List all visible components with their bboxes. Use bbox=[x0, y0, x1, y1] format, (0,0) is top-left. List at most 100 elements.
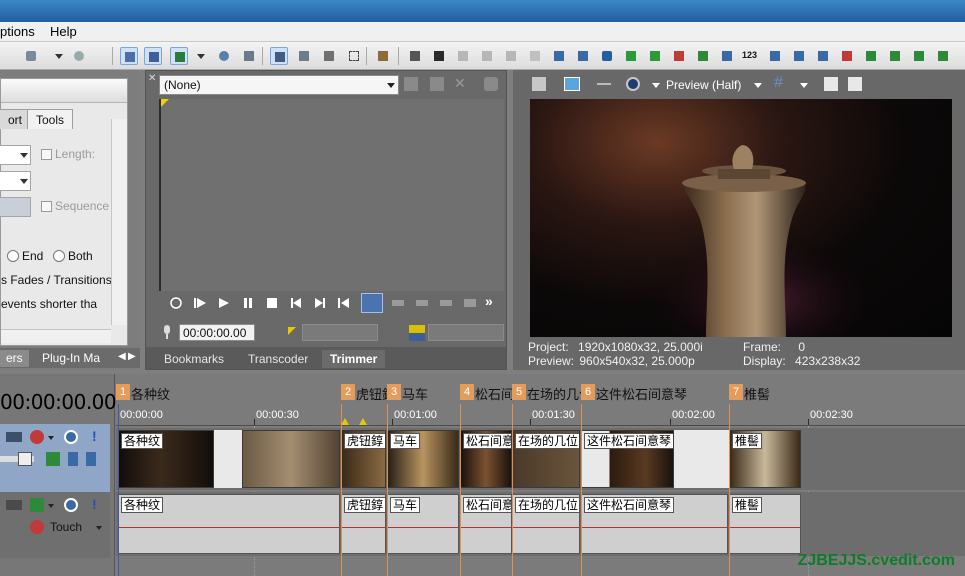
move-up-icon[interactable] bbox=[68, 452, 78, 466]
menu-options[interactable]: ptions bbox=[0, 24, 35, 39]
microphone-icon[interactable] bbox=[161, 324, 173, 340]
add-after-icon[interactable] bbox=[415, 296, 429, 310]
overlays-dropdown-icon[interactable] bbox=[652, 83, 660, 88]
redo-icon[interactable] bbox=[70, 47, 88, 65]
tab-bookmarks[interactable]: Bookmarks bbox=[156, 350, 232, 368]
go-to-start-icon[interactable] bbox=[289, 296, 303, 310]
length-checkbox[interactable] bbox=[41, 149, 52, 160]
preview-properties-icon[interactable] bbox=[532, 77, 546, 91]
external-monitor-icon[interactable] bbox=[564, 77, 580, 91]
more-icon[interactable]: » bbox=[485, 293, 493, 309]
audio-clip[interactable]: 椎髻 bbox=[729, 494, 801, 554]
audio-clip[interactable]: 松石间意 bbox=[460, 494, 512, 554]
audio-fx-icon[interactable] bbox=[30, 498, 44, 512]
envelope-tool-icon[interactable] bbox=[144, 47, 162, 65]
razor-icon[interactable] bbox=[550, 47, 568, 65]
trimmer-chat-icon[interactable] bbox=[484, 77, 498, 91]
video-clip-b-roll[interactable] bbox=[242, 430, 340, 488]
normal-edit-tool-icon[interactable] bbox=[120, 47, 138, 65]
combo-2[interactable] bbox=[0, 171, 31, 191]
group-icon[interactable] bbox=[526, 47, 544, 65]
track-motion-icon[interactable] bbox=[598, 47, 616, 65]
preview-quality[interactable]: Preview (Half) bbox=[666, 78, 741, 92]
fx-chain-icon[interactable] bbox=[862, 47, 880, 65]
video-track[interactable]: 各种纹 虎钮錞 马车 松石间意 在场的几位 这件松石间意琴 椎髻 bbox=[116, 428, 965, 490]
automation-dropdown-icon[interactable] bbox=[96, 526, 102, 530]
trimmer-effects-icon[interactable] bbox=[430, 77, 444, 91]
trimmer-timecode[interactable]: 00:00:00.00 bbox=[179, 324, 255, 341]
ignore-grouping-icon[interactable] bbox=[270, 47, 288, 65]
tab-plugin-manager[interactable]: Plug-In Ma bbox=[36, 350, 106, 367]
play-from-start-icon[interactable] bbox=[193, 296, 207, 310]
trim-end-icon[interactable] bbox=[478, 47, 496, 65]
audio-track-header[interactable]: ! Touch bbox=[0, 492, 110, 558]
loop-icon[interactable] bbox=[169, 296, 183, 310]
tab-scroll-left-icon[interactable]: ◀ bbox=[118, 351, 126, 362]
counter-123-icon[interactable]: 123 bbox=[742, 47, 760, 65]
media-props-icon[interactable] bbox=[790, 47, 808, 65]
level-slider-thumb[interactable] bbox=[18, 452, 32, 466]
undo-dropdown-icon[interactable] bbox=[50, 47, 68, 65]
panel-vscrollbar[interactable] bbox=[111, 119, 127, 325]
go-to-end-icon[interactable] bbox=[313, 296, 327, 310]
radio-end[interactable] bbox=[7, 250, 19, 262]
audio-clip[interactable]: 各种纹 bbox=[118, 494, 340, 554]
auto-ripple-icon[interactable] bbox=[240, 47, 258, 65]
time-ruler[interactable]: 00:00:00 00:00:30 00:01:00 00:01:30 00:0… bbox=[116, 406, 965, 426]
ripple-icon[interactable] bbox=[574, 47, 592, 65]
solo-icon[interactable]: ! bbox=[92, 428, 97, 444]
fit-icon[interactable] bbox=[463, 296, 477, 310]
trimmer-mark-icon[interactable] bbox=[404, 77, 418, 91]
add-before-icon[interactable] bbox=[439, 296, 453, 310]
automation-mode[interactable]: Touch bbox=[50, 520, 82, 534]
video-clip[interactable]: 在场的几位 bbox=[512, 430, 580, 488]
add-to-timeline-icon[interactable] bbox=[391, 296, 405, 310]
color-curves-icon[interactable] bbox=[430, 47, 448, 65]
effects-icon[interactable] bbox=[838, 47, 856, 65]
fx-video-icon[interactable] bbox=[910, 47, 928, 65]
trimmer-view[interactable] bbox=[159, 99, 504, 291]
loop-start-icon[interactable] bbox=[341, 418, 349, 425]
audio-track[interactable]: 各种纹 虎钮錞 马车 松石间意 在场的几位 这件松石间意琴 椎髻 bbox=[116, 492, 965, 556]
combo-1[interactable] bbox=[0, 145, 31, 165]
capture-icon[interactable] bbox=[814, 47, 832, 65]
tab-scroll-right-icon[interactable]: ▶ bbox=[128, 351, 136, 362]
pause-icon[interactable] bbox=[241, 296, 255, 310]
trimmer-source-combo[interactable]: (None) bbox=[159, 75, 399, 95]
snapping-icon[interactable] bbox=[170, 47, 188, 65]
lock-envelopes-icon[interactable] bbox=[295, 47, 313, 65]
automation-icon[interactable] bbox=[30, 520, 44, 534]
trimmer-length-field[interactable] bbox=[428, 324, 504, 341]
insert-icon[interactable] bbox=[646, 47, 664, 65]
radio-both[interactable] bbox=[53, 250, 65, 262]
field-3[interactable] bbox=[0, 197, 31, 217]
auto-crossfade-icon[interactable] bbox=[215, 47, 233, 65]
close-panel-icon[interactable]: ✕ bbox=[148, 73, 156, 84]
stop-icon[interactable] bbox=[265, 296, 279, 310]
grid-dropdown-icon[interactable] bbox=[800, 83, 808, 88]
track-expand-icon[interactable] bbox=[6, 432, 22, 442]
fx-bus-icon[interactable] bbox=[934, 47, 952, 65]
prev-frame-icon[interactable] bbox=[337, 296, 351, 310]
audio-clip[interactable]: 这件松石间意琴 bbox=[581, 494, 728, 554]
video-clip[interactable]: 马车 bbox=[387, 430, 459, 488]
move-down-icon[interactable] bbox=[86, 452, 96, 466]
trim-start-icon[interactable] bbox=[454, 47, 472, 65]
fx-audio-icon[interactable] bbox=[886, 47, 904, 65]
snap-dropdown-icon[interactable] bbox=[192, 47, 210, 65]
audio-fx-dropdown-icon[interactable] bbox=[48, 504, 54, 508]
tab-explorers[interactable]: ers bbox=[0, 350, 29, 367]
overlays-icon[interactable] bbox=[626, 77, 640, 91]
audio-track-expand-icon[interactable] bbox=[6, 500, 22, 510]
marker-icon[interactable] bbox=[670, 47, 688, 65]
select-region-button[interactable] bbox=[361, 293, 383, 313]
zoom-tool-icon[interactable] bbox=[320, 47, 338, 65]
quality-dropdown-icon[interactable] bbox=[754, 83, 762, 88]
audio-clip[interactable]: 虎钮錞 bbox=[341, 494, 386, 554]
track-motion-icon[interactable] bbox=[30, 430, 44, 444]
video-track-header[interactable]: ! bbox=[0, 424, 110, 492]
open-icon[interactable] bbox=[22, 47, 40, 65]
video-clip[interactable]: 虎钮錞 bbox=[341, 430, 386, 488]
timeline-timecode[interactable]: 00:00:00.00 bbox=[0, 390, 117, 414]
trimmer-in-field[interactable] bbox=[302, 324, 378, 341]
